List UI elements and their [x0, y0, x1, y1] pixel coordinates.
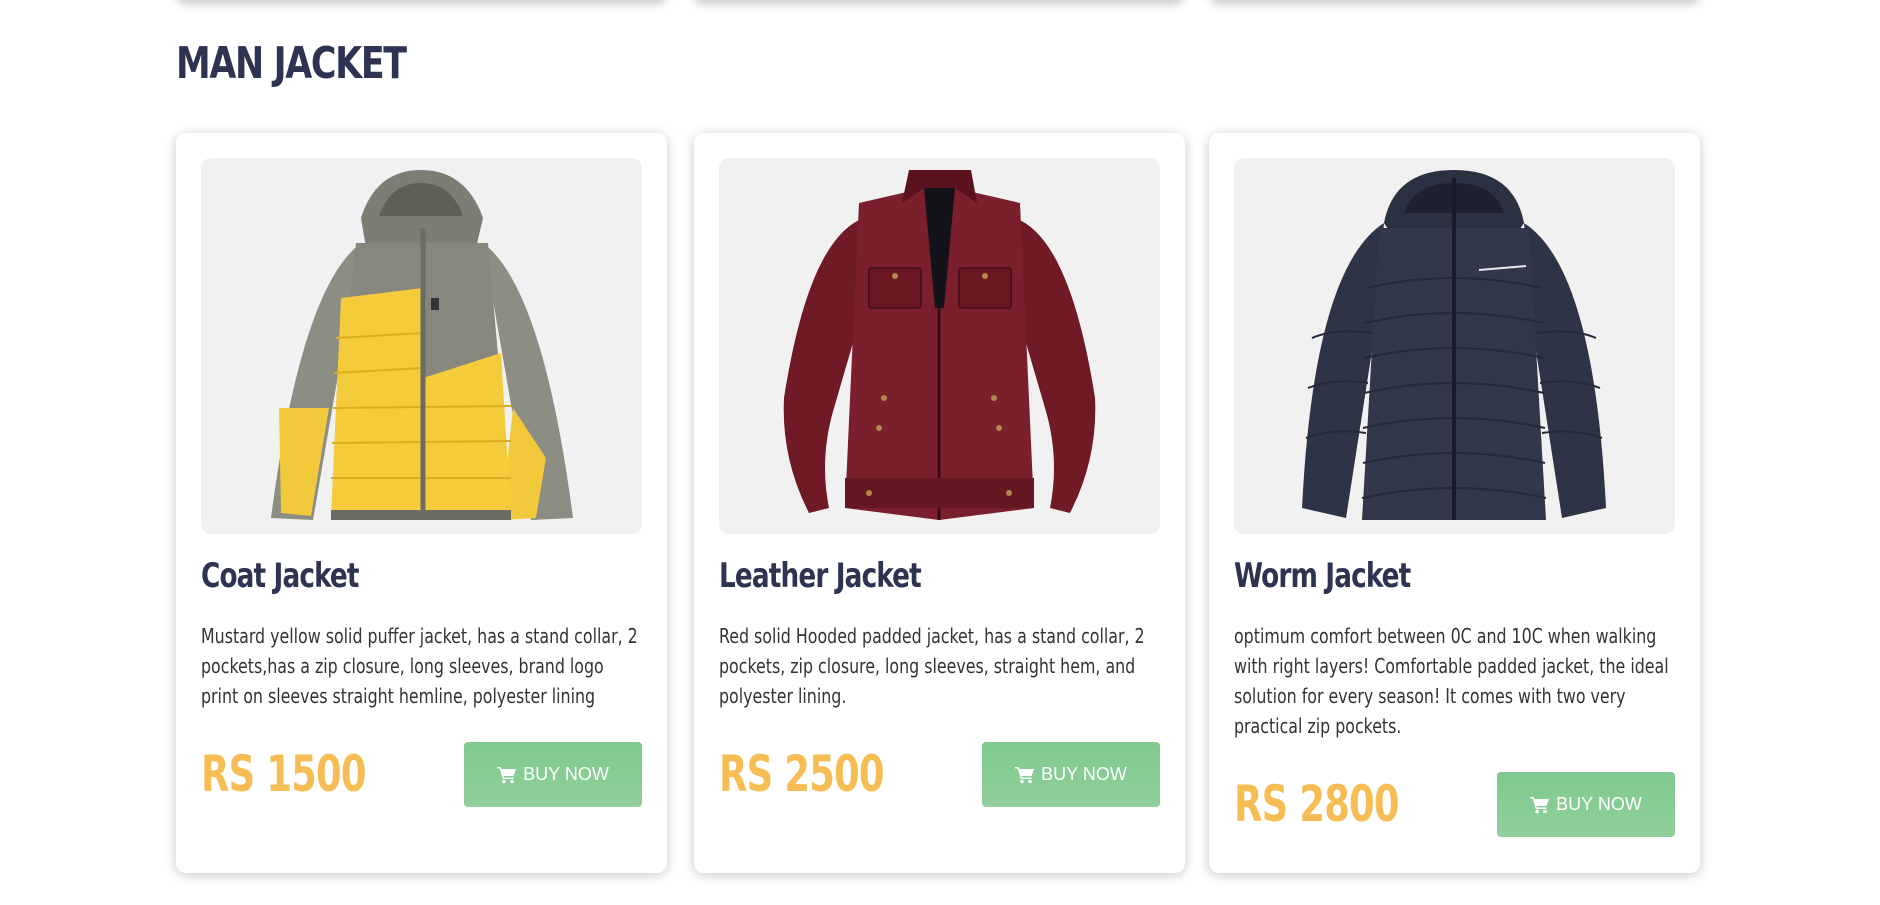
product-description: Mustard yellow solid puffer jacket, has … [201, 624, 638, 708]
product-card: Leather Jacket Red solid Hooded padded j… [694, 133, 1185, 873]
shopping-cart-icon [1015, 766, 1035, 783]
product-image[interactable] [201, 158, 642, 534]
shopping-cart-icon [497, 766, 517, 783]
product-title: Coat Jacket [201, 556, 360, 596]
maroon-leather-jacket-icon [783, 170, 1096, 520]
navy-puffer-jacket-icon [1302, 170, 1606, 520]
product-price: RS 1500 [201, 745, 367, 803]
shopping-cart-icon [1530, 796, 1550, 813]
buy-now-button[interactable]: BUY NOW [1497, 772, 1675, 837]
yellow-puffer-jacket-icon [271, 170, 573, 520]
buy-now-label: BUY NOW [1041, 764, 1127, 784]
product-image[interactable] [719, 158, 1160, 534]
product-card: Coat Jacket Mustard yellow solid puffer … [176, 133, 667, 873]
buy-now-label: BUY NOW [1556, 794, 1642, 814]
product-price: RS 2500 [719, 745, 885, 803]
product-title: Worm Jacket [1234, 556, 1411, 596]
buy-now-button[interactable]: BUY NOW [464, 742, 642, 807]
product-card: Worm Jacket optimum comfort between 0C a… [1209, 133, 1700, 873]
section-title: MAN JACKET [176, 38, 407, 89]
buy-now-label: BUY NOW [523, 764, 609, 784]
product-description: Red solid Hooded padded jacket, has a st… [719, 624, 1145, 708]
product-title: Leather Jacket [719, 556, 922, 596]
product-image[interactable] [1234, 158, 1675, 534]
product-description: optimum comfort between 0C and 10C when … [1234, 624, 1669, 738]
product-price: RS 2800 [1234, 775, 1400, 833]
buy-now-button[interactable]: BUY NOW [982, 742, 1160, 807]
